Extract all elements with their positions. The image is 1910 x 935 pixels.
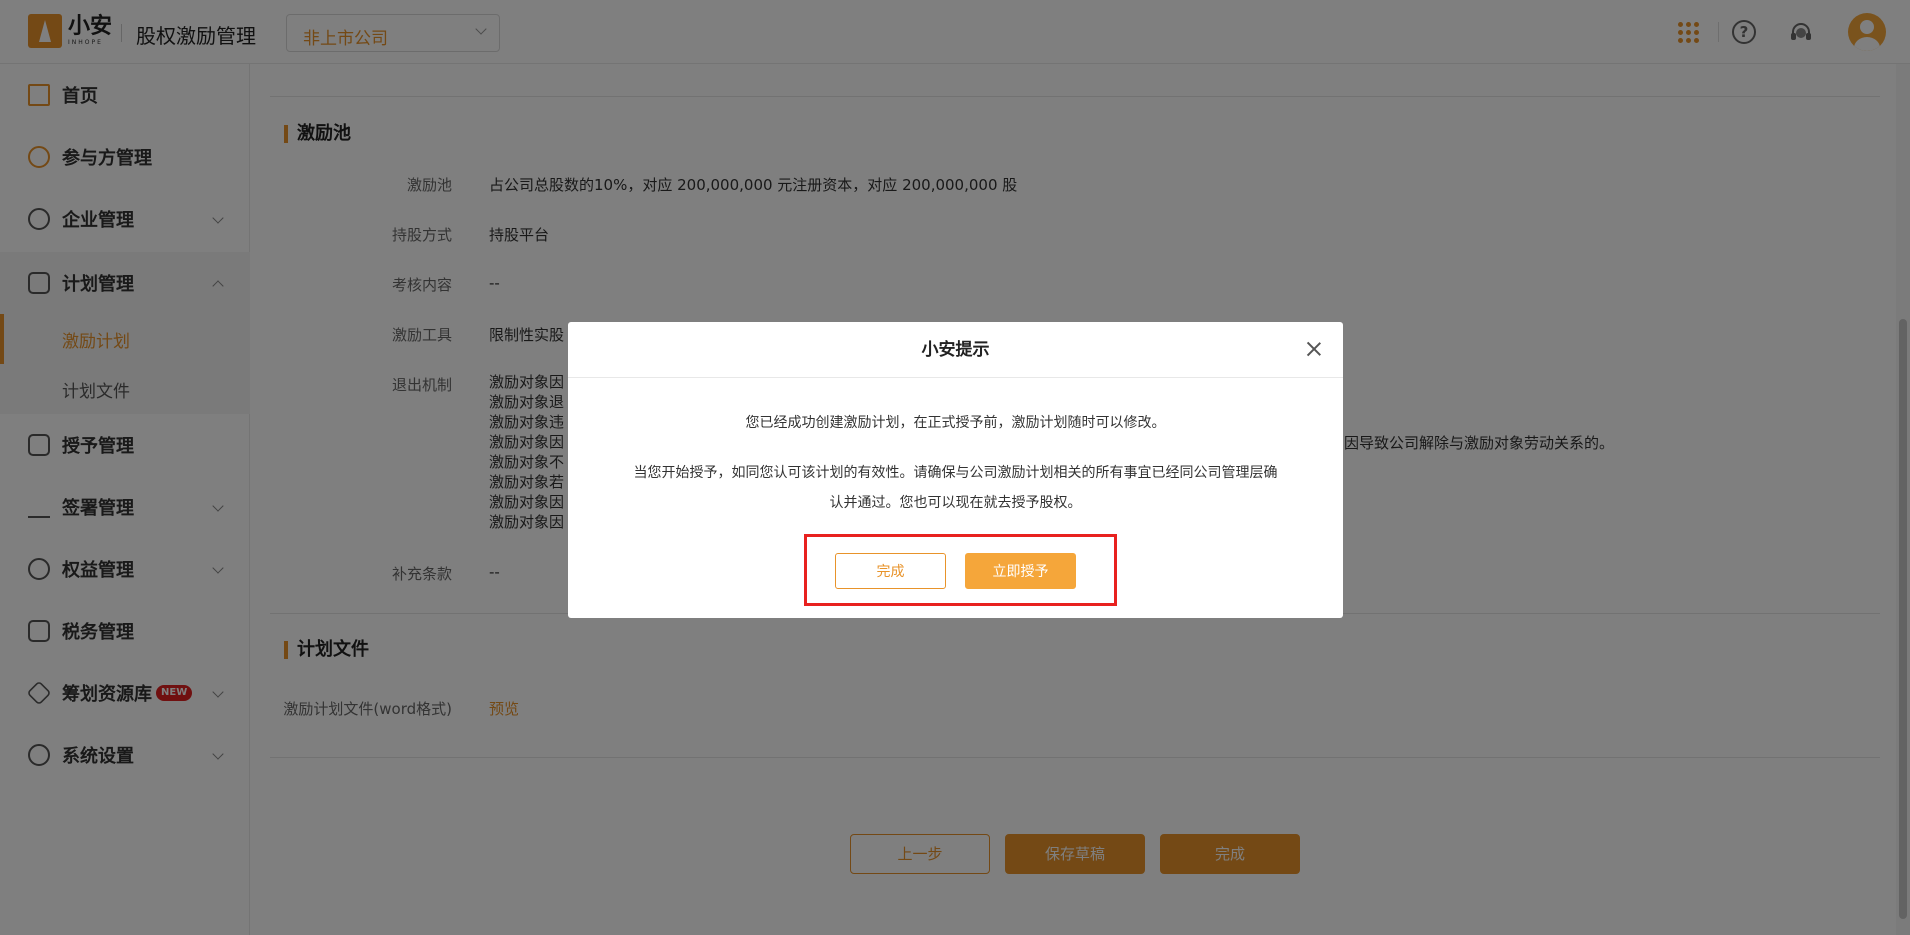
tip-modal: 小安提示 您已经成功创建激励计划，在正式授予前，激励计划随时可以修改。 当您开始…	[568, 322, 1343, 618]
modal-message-confirm: 当您开始授予，如同您认可该计划的有效性。请确保与公司激励计划相关的所有事宜已经同…	[633, 465, 1278, 511]
modal-message-success: 您已经成功创建激励计划，在正式授予前，激励计划随时可以修改。	[745, 415, 1166, 431]
modal-done-button[interactable]: 完成	[835, 553, 946, 589]
grant-now-button[interactable]: 立即授予	[965, 553, 1076, 589]
modal-title: 小安提示	[921, 340, 990, 360]
close-icon[interactable]	[1305, 340, 1323, 358]
